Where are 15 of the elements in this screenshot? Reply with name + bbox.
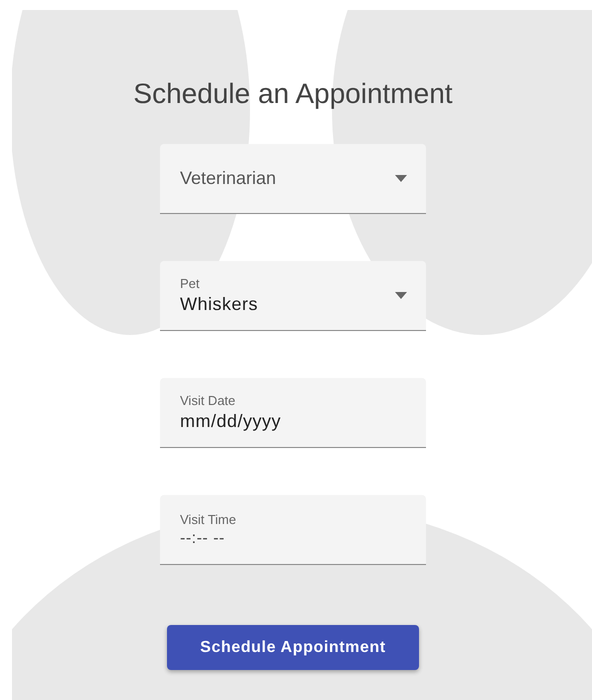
field-label: Veterinarian (180, 168, 278, 189)
field-value: --:-- -- (180, 530, 226, 548)
field-label: Visit Date (180, 393, 236, 408)
dropdown-field[interactable]: Veterinarian (160, 144, 426, 214)
field-value: Whiskers (180, 294, 260, 315)
time-field[interactable]: Visit Time --:-- -- (160, 495, 426, 565)
dropdown-arrow-icon (395, 175, 407, 182)
field-label: Pet (180, 276, 201, 291)
field-label: Visit Time (180, 512, 238, 526)
page-title: Schedule an Appointment (132, 78, 454, 110)
dropdown-field[interactable]: Pet Whiskers (160, 261, 426, 331)
dropdown-arrow-icon (395, 292, 407, 299)
field-value: mm/dd/yyyy (180, 411, 282, 432)
schedule-button[interactable]: Schedule Appointment (167, 625, 419, 670)
date-field[interactable]: Visit Date mm/dd/yyyy (160, 378, 426, 448)
